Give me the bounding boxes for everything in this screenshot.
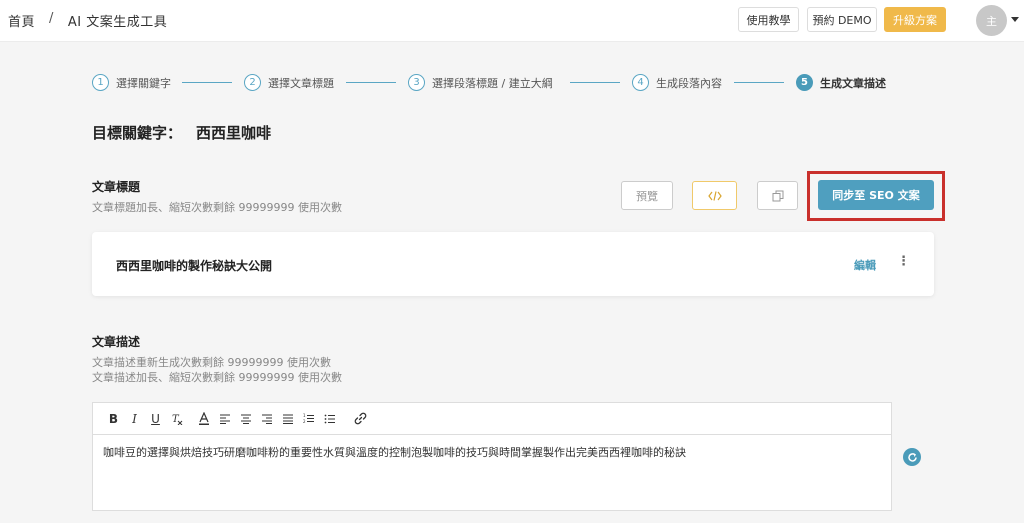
underline-icon[interactable]: U xyxy=(145,409,166,429)
breadcrumb-current: AI 文案生成工具 xyxy=(67,15,168,30)
step-label: 選擇文章標題 xyxy=(268,76,334,90)
target-keyword: 目標關鍵字： 西西里咖啡 xyxy=(92,122,271,143)
step-3[interactable]: 3 選擇段落標題 / 建立大綱 xyxy=(408,74,553,91)
step-label: 選擇關鍵字 xyxy=(116,76,171,90)
top-bar: 首頁 / AI 文案生成工具 使用教學 預約 DEMO 升級方案 主 xyxy=(0,0,1024,42)
step-connector xyxy=(570,82,620,83)
description-editor[interactable]: B I U T 12 咖啡豆的選擇與烘焙技巧研磨咖啡粉的重要性水質與溫度的控制泡… xyxy=(92,402,892,511)
code-icon xyxy=(707,190,722,201)
editor-toolbar: B I U T 12 xyxy=(93,403,891,435)
step-number: 2 xyxy=(244,74,261,91)
avatar[interactable]: 主 xyxy=(976,5,1007,36)
desc-resize-remaining: 文章描述加長、縮短次數剩餘 99999999 使用次數 xyxy=(92,371,342,384)
title-section-heading: 文章標題 xyxy=(92,180,141,194)
align-right-icon[interactable] xyxy=(256,409,277,429)
bullet-list-icon[interactable] xyxy=(319,409,340,429)
step-2[interactable]: 2 選擇文章標題 xyxy=(244,74,334,91)
demo-button[interactable]: 預約 DEMO xyxy=(807,7,877,32)
step-number: 5 xyxy=(796,74,813,91)
title-card: 西西里咖啡的製作秘訣大公開 編輯 ⋮ xyxy=(92,232,934,296)
bold-icon[interactable]: B xyxy=(103,409,124,429)
step-label: 生成文章描述 xyxy=(820,76,886,90)
step-4[interactable]: 4 生成段落內容 xyxy=(632,74,722,91)
copy-icon xyxy=(772,190,783,201)
copy-button[interactable] xyxy=(757,181,798,210)
step-number: 1 xyxy=(92,74,109,91)
description-content[interactable]: 咖啡豆的選擇與烘焙技巧研磨咖啡粉的重要性水質與溫度的控制泡製咖啡的技巧與時間掌握… xyxy=(93,435,891,469)
breadcrumb-separator: / xyxy=(49,11,54,26)
keyword-value: 西西里咖啡 xyxy=(196,124,272,142)
regenerate-button[interactable] xyxy=(903,448,921,466)
step-label: 生成段落內容 xyxy=(656,76,722,90)
clear-format-icon[interactable]: T xyxy=(166,409,187,429)
keyword-label: 目標關鍵字： xyxy=(92,124,183,142)
step-number: 4 xyxy=(632,74,649,91)
article-title: 西西里咖啡的製作秘訣大公開 xyxy=(116,259,273,273)
link-icon[interactable] xyxy=(350,409,371,429)
step-1[interactable]: 1 選擇關鍵字 xyxy=(92,74,171,91)
tutorial-button[interactable]: 使用教學 xyxy=(738,7,799,32)
text-color-icon[interactable] xyxy=(193,409,214,429)
step-label: 選擇段落標題 / 建立大綱 xyxy=(432,76,553,90)
svg-text:T: T xyxy=(172,414,180,425)
preview-button[interactable]: 預覽 xyxy=(621,181,673,210)
sync-seo-button[interactable]: 同步至 SEO 文案 xyxy=(818,180,934,210)
step-number: 3 xyxy=(408,74,425,91)
code-button[interactable] xyxy=(692,181,737,210)
chevron-down-icon[interactable] xyxy=(1011,17,1019,22)
title-usage-remaining: 文章標題加長、縮短次數剩餘 99999999 使用次數 xyxy=(92,201,342,214)
align-center-icon[interactable] xyxy=(235,409,256,429)
italic-icon[interactable]: I xyxy=(124,409,145,429)
step-5[interactable]: 5 生成文章描述 xyxy=(796,74,886,91)
edit-title-link[interactable]: 編輯 xyxy=(854,257,876,273)
svg-text:2: 2 xyxy=(303,419,306,424)
step-connector xyxy=(182,82,232,83)
refresh-icon xyxy=(907,452,917,462)
breadcrumb: 首頁 / AI 文案生成工具 xyxy=(8,11,167,30)
step-connector xyxy=(734,82,784,83)
stepper: 1 選擇關鍵字 2 選擇文章標題 3 選擇段落標題 / 建立大綱 4 生成段落內… xyxy=(92,74,934,92)
align-left-icon[interactable] xyxy=(214,409,235,429)
align-justify-icon[interactable] xyxy=(277,409,298,429)
breadcrumb-home[interactable]: 首頁 xyxy=(8,11,35,30)
step-connector xyxy=(346,82,396,83)
more-options-icon[interactable]: ⋮ xyxy=(897,254,910,269)
ordered-list-icon[interactable]: 12 xyxy=(298,409,319,429)
svg-text:1: 1 xyxy=(303,413,306,418)
desc-regen-remaining: 文章描述重新生成次數剩餘 99999999 使用次數 xyxy=(92,356,331,369)
desc-section-heading: 文章描述 xyxy=(92,335,141,349)
upgrade-button[interactable]: 升級方案 xyxy=(884,7,946,32)
